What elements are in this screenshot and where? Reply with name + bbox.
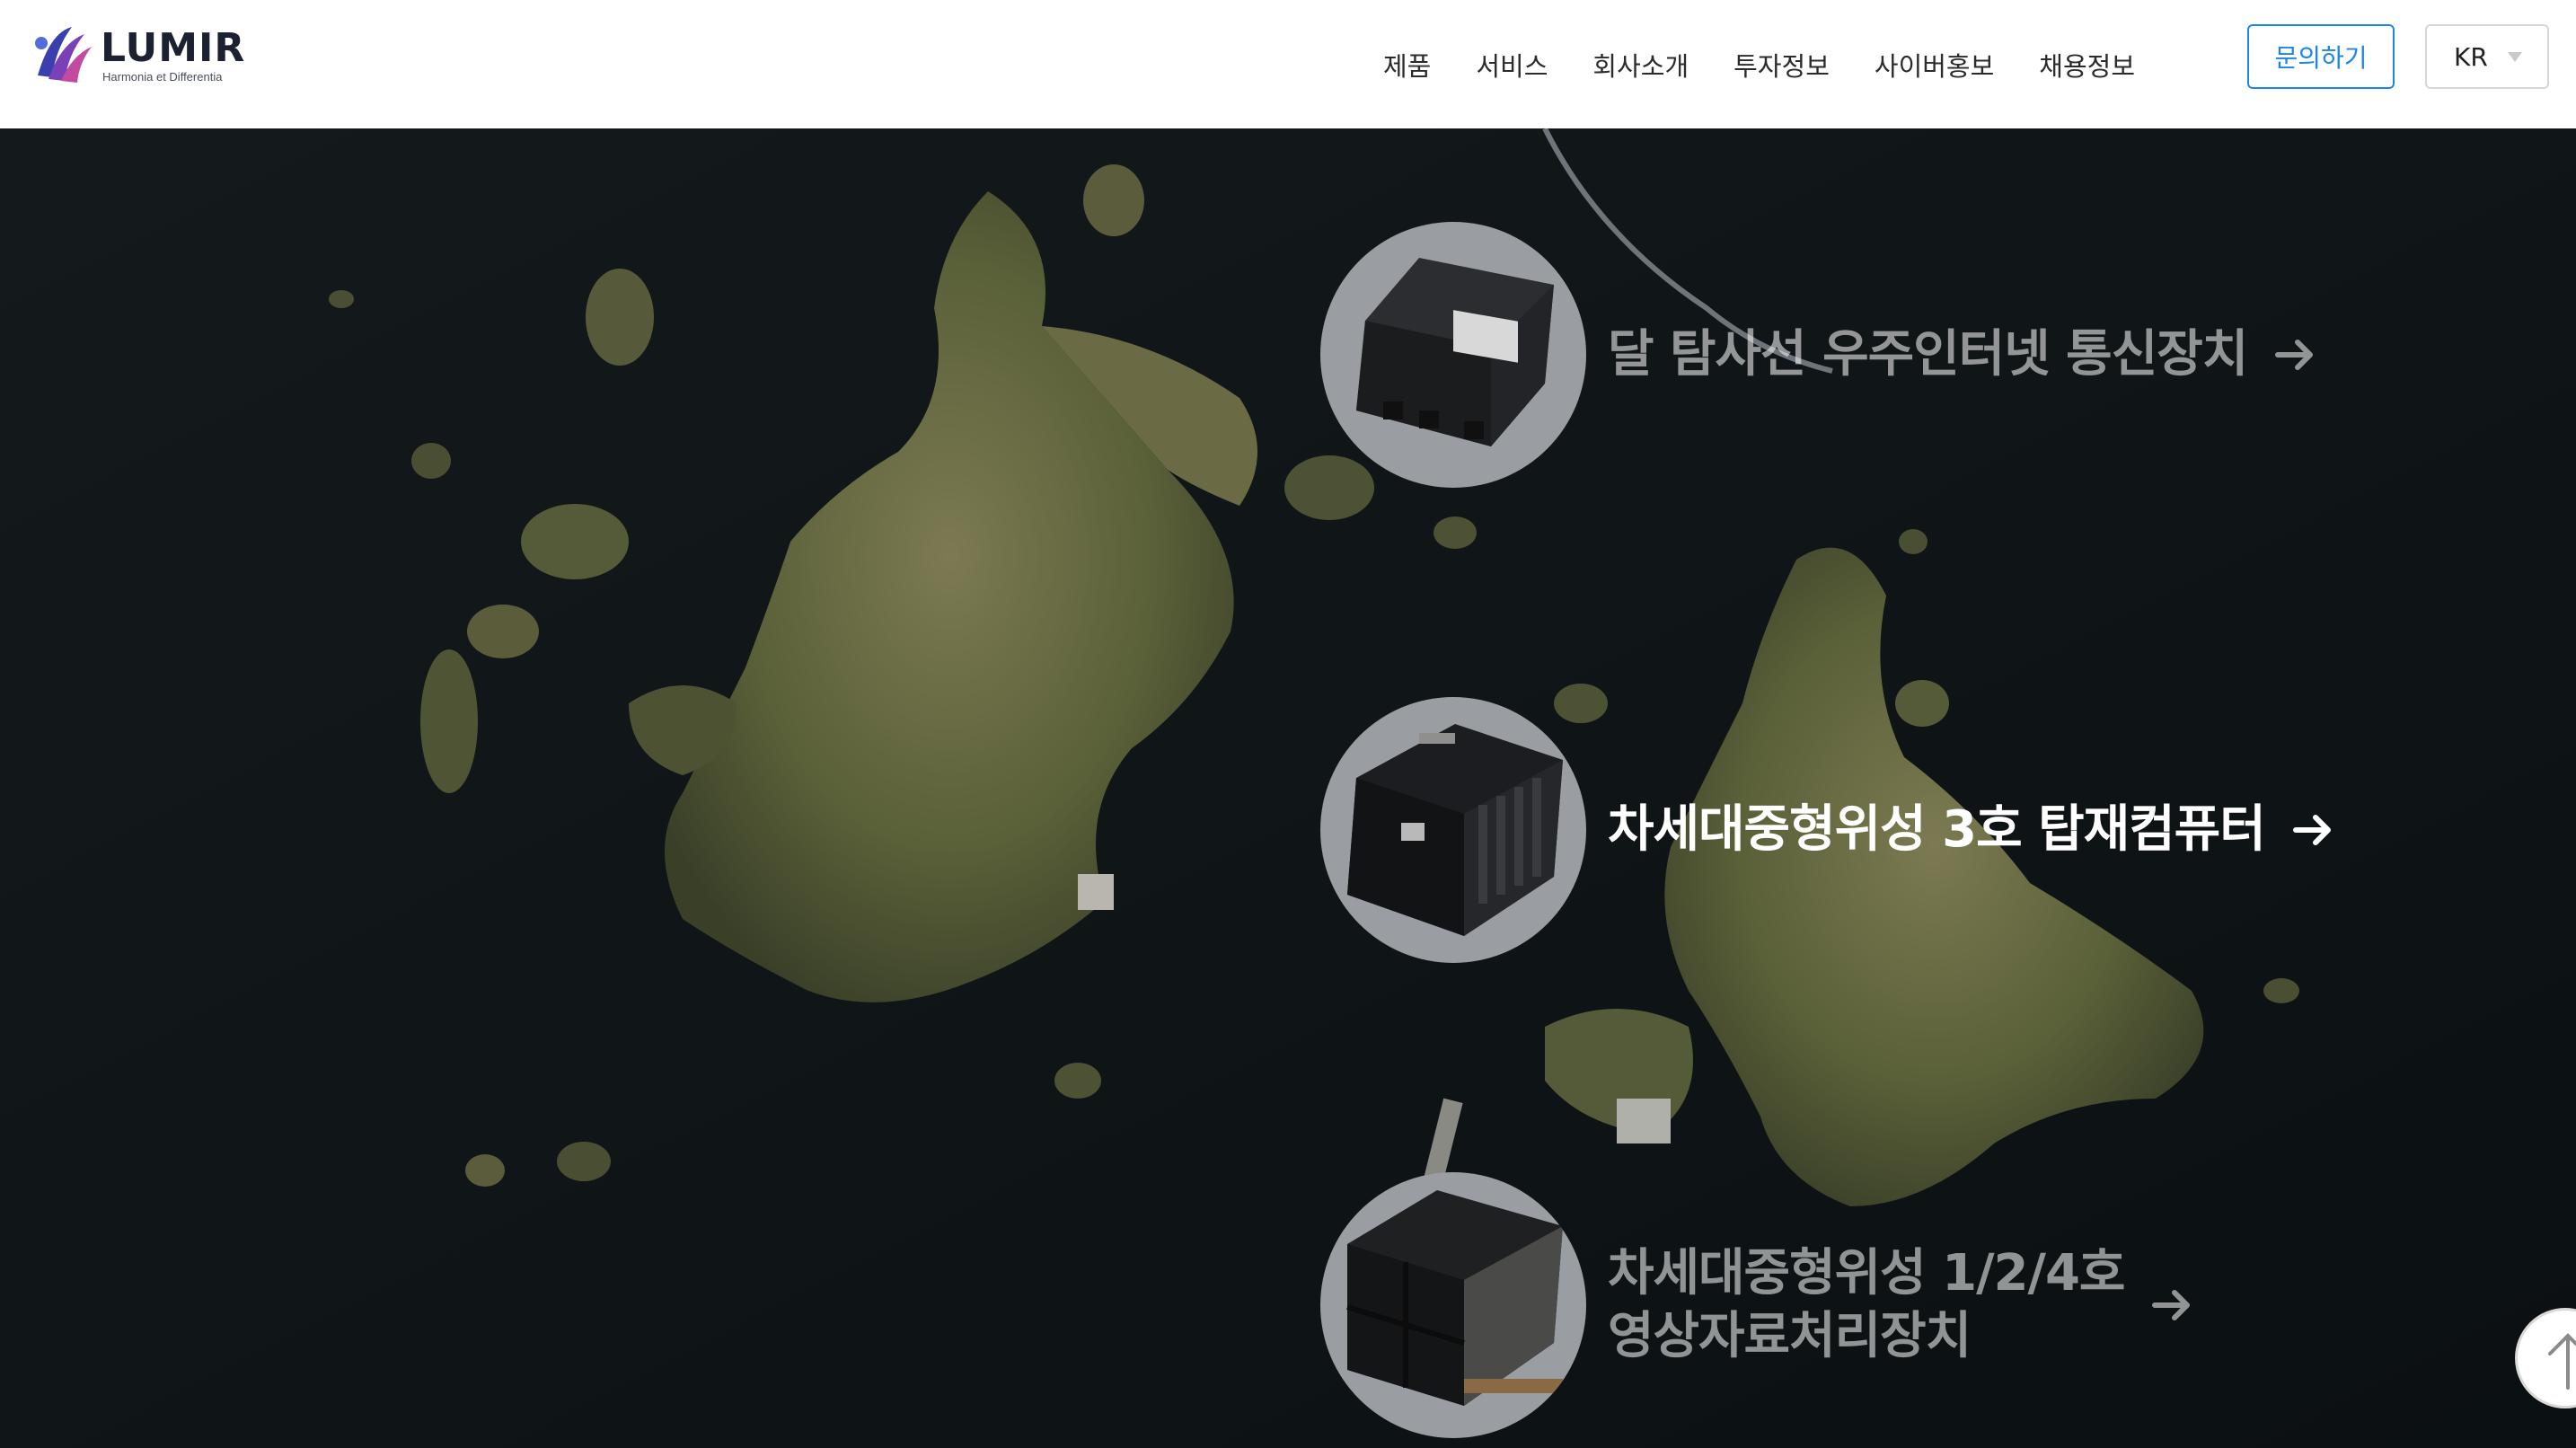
product-thumbnail [1320,222,1586,488]
product-title-line: 영상자료처리장치 [1608,1307,1972,1365]
product-title-line: 차세대중형위성 1/2/4호 [1608,1244,2125,1302]
nav-item-careers[interactable]: 채용정보 [2039,46,2135,84]
arrow-right-icon [2152,1290,2191,1320]
logo-wordmark: LUMIR [101,25,246,71]
nav-item-products[interactable]: 제품 [1383,46,1431,84]
product-item-image-processor[interactable]: 차세대중형위성 1/2/4호 영상자료처리장치 [1320,1172,2194,1438]
arrow-up-icon [2548,1333,2576,1390]
logo[interactable]: LUMIR Harmonia et Differentia [32,23,248,88]
nav-item-investors[interactable]: 투자정보 [1734,46,1830,84]
product-title-line: 달 탐사선 우주인터넷 통신장치 [1608,325,2248,384]
main-nav: 제품 서비스 회사소개 투자정보 사이버홍보 채용정보 [1383,0,2180,128]
language-select[interactable]: KR [2425,24,2549,89]
logo-tagline: Harmonia et Differentia [102,70,223,84]
product-thumbnail [1320,697,1586,963]
onboard-computer-icon [1347,724,1563,936]
product-item-comm-device[interactable]: 달 탐사선 우주인터넷 통신장치 [1320,222,2317,488]
product-title: 차세대중형위성 3호 탑재컴퓨터 [1608,799,2266,861]
nav-item-services[interactable]: 서비스 [1476,46,1548,84]
contact-button[interactable]: 문의하기 [2247,24,2395,89]
arrow-right-icon [2292,815,2331,845]
language-label: KR [2454,41,2488,72]
product-thumbnail [1320,1172,1586,1438]
image-processor-icon [1346,1190,1563,1406]
lumir-logo-icon [35,27,92,83]
nav-item-pr[interactable]: 사이버홍보 [1875,46,1994,84]
site-header: LUMIR Harmonia et Differentia 제품 서비스 회사소… [0,0,2576,128]
product-title-line: 차세대중형위성 3호 탑재컴퓨터 [1608,800,2266,859]
nav-item-company[interactable]: 회사소개 [1592,46,1689,84]
product-title: 차세대중형위성 1/2/4호 영상자료처리장치 [1608,1242,2125,1368]
chevron-down-icon [2507,51,2522,62]
comm-device-icon [1356,258,1554,446]
product-title: 달 탐사선 우주인터넷 통신장치 [1608,323,2248,386]
product-item-onboard-computer[interactable]: 차세대중형위성 3호 탑재컴퓨터 [1320,697,2335,963]
arrow-right-icon [2275,340,2314,370]
